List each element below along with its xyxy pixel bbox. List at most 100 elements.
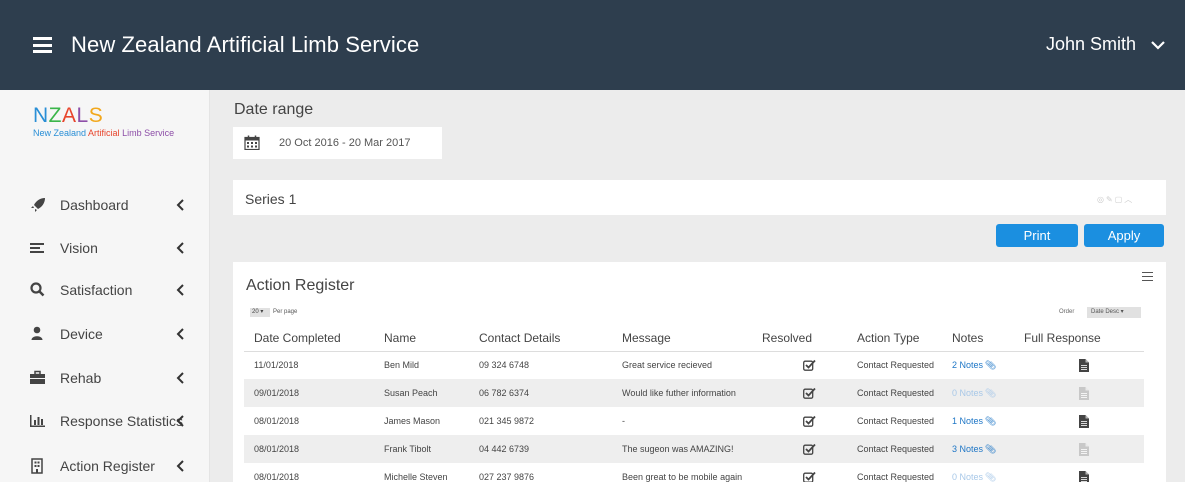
chevron-left-icon — [176, 372, 184, 384]
sidebar-item-label: Device — [60, 326, 103, 342]
sidebar-item-label: Response Statistics — [60, 413, 183, 429]
chevron-left-icon — [176, 460, 184, 472]
sidebar-item-satisfaction[interactable]: Satisfaction — [0, 271, 209, 311]
notes-link[interactable]: 1 Notes 📎︎ — [952, 416, 996, 426]
sidebar-item-action-register[interactable]: Action Register — [0, 447, 209, 482]
document-icon — [1079, 386, 1089, 400]
cell-message: Would like futher information — [622, 379, 762, 407]
cell-resolved[interactable] — [762, 407, 857, 435]
cell-full-response[interactable] — [1024, 435, 1144, 463]
cell-resolved[interactable] — [762, 351, 857, 379]
cell-name: James Mason — [384, 416, 441, 426]
expand-icon[interactable]: ▢ — [1115, 195, 1125, 204]
cell-notes[interactable]: 0 Notes 📎︎ — [952, 379, 1024, 407]
cell-action-type: Contact Requested — [857, 416, 935, 426]
document-icon[interactable] — [1079, 358, 1089, 372]
date-range-picker[interactable]: 20 Oct 2016 - 20 Mar 2017 — [233, 127, 442, 159]
building-icon — [31, 458, 43, 474]
print-button[interactable]: Print — [996, 224, 1078, 247]
table-row[interactable]: 08/01/2018 Michelle Steven 027 237 9876 Bee… — [244, 463, 1144, 482]
cell-full-response[interactable] — [1024, 379, 1144, 407]
chevron-down-icon[interactable] — [1150, 38, 1166, 52]
sidebar-item-dashboard[interactable]: Dashboard — [0, 186, 209, 226]
order-select[interactable]: Date Desc ▾ — [1087, 307, 1141, 318]
edit-icon[interactable]: ✎ — [1106, 195, 1115, 204]
search-icon — [30, 282, 45, 297]
bar-chart-icon — [30, 415, 45, 427]
chevron-left-icon — [176, 284, 184, 296]
column-header[interactable]: Contact Details — [479, 326, 622, 352]
paperclip-icon: 📎︎ — [985, 415, 997, 426]
cell-contact: 021 345 9872 — [479, 416, 535, 426]
cell-notes[interactable]: 3 Notes 📎︎ — [952, 435, 1024, 463]
cell-action-type: Contact Requested — [857, 435, 952, 463]
list-icon — [30, 243, 44, 253]
cell-resolved[interactable] — [762, 379, 857, 407]
cell-contact: 09 324 6748 — [479, 360, 530, 371]
cell-notes[interactable]: 1 Notes 📎︎ — [952, 407, 1024, 435]
sidebar-item-device[interactable]: Device — [0, 315, 209, 355]
cell-message: Been great to be mobile again — [622, 472, 743, 482]
menu-icon[interactable] — [1142, 272, 1153, 282]
paperclip-icon: 📎︎ — [985, 359, 997, 370]
document-icon — [1079, 442, 1089, 456]
menu-icon[interactable] — [33, 37, 52, 53]
cell-date: 11/01/2018 — [254, 360, 299, 371]
cell-full-response[interactable] — [1024, 463, 1144, 482]
apply-button[interactable]: Apply — [1084, 224, 1164, 247]
notes-link[interactable]: 0 Notes 📎︎ — [952, 472, 996, 482]
collapse-icon[interactable]: ︿ — [1124, 195, 1134, 204]
column-header[interactable]: Action Type — [857, 326, 952, 352]
sidebar-item-response-statistics[interactable]: Response Statistics — [0, 402, 209, 442]
action-register-panel: Action Register 20 ▾ Per page Order Date… — [233, 262, 1166, 482]
cell-notes[interactable]: 2 Notes 📎︎ — [952, 351, 1024, 379]
series-panel: Series 1 ◎✎▢︿ — [233, 180, 1166, 215]
checkbox-checked-icon[interactable] — [803, 359, 816, 372]
cell-full-response[interactable] — [1024, 407, 1144, 435]
table-row[interactable]: 08/01/2018 Frank Tibolt 04 442 6739 The sug… — [244, 435, 1144, 463]
column-header[interactable]: Name — [384, 326, 479, 352]
checkbox-checked-icon[interactable] — [803, 443, 816, 455]
table-row[interactable]: 09/01/2018 Susan Peach 06 782 6374 Would li… — [244, 379, 1144, 407]
panel-tools[interactable]: ◎✎▢︿ — [1097, 194, 1134, 205]
register-title: Action Register — [246, 277, 355, 294]
per-page-select[interactable]: 20 ▾ — [250, 308, 270, 317]
sidebar-item-vision[interactable]: Vision — [0, 229, 209, 269]
table-row[interactable]: 11/01/2018 Ben Mild 09 324 6748 Great servi… — [244, 351, 1144, 379]
column-header[interactable]: Date Completed — [244, 326, 384, 352]
sidebar-item-label: Vision — [60, 240, 98, 256]
main-content: Date range 20 Oct 2016 - 20 Mar 2017 Ser… — [210, 90, 1185, 482]
cell-notes[interactable]: 0 Notes 📎︎ — [952, 463, 1024, 482]
column-header[interactable]: Resolved — [762, 326, 857, 352]
calendar-icon — [244, 135, 260, 150]
cell-action-type: Contact Requested — [857, 360, 935, 371]
sidebar-item-rehab[interactable]: Rehab — [0, 359, 209, 399]
chevron-left-icon — [176, 328, 184, 340]
cell-resolved[interactable] — [762, 435, 857, 463]
table-row[interactable]: 08/01/2018 James Mason 021 345 9872 - Contac… — [244, 407, 1144, 435]
sidebar-item-label: Dashboard — [60, 197, 129, 213]
column-header[interactable]: Full Response — [1024, 326, 1144, 352]
checkbox-checked-icon[interactable] — [803, 471, 816, 482]
notes-link[interactable]: 3 Notes 📎︎ — [952, 444, 996, 454]
cell-contact: 06 782 6374 — [479, 379, 622, 407]
user-name[interactable]: John Smith — [1046, 34, 1136, 55]
series-title: Series 1 — [245, 191, 297, 207]
document-icon[interactable] — [1079, 470, 1089, 482]
column-header[interactable]: Message — [622, 326, 762, 352]
column-header[interactable]: Notes — [952, 326, 1024, 352]
settings-icon[interactable]: ◎ — [1097, 195, 1106, 204]
cell-resolved[interactable] — [762, 463, 857, 482]
cell-contact: 027 237 9876 — [479, 472, 535, 482]
notes-link[interactable]: 0 Notes 📎︎ — [952, 388, 996, 398]
cell-date: 09/01/2018 — [244, 379, 384, 407]
date-range-value: 20 Oct 2016 - 20 Mar 2017 — [279, 137, 411, 149]
order-label: Order — [1059, 309, 1075, 315]
checkbox-checked-icon[interactable] — [803, 387, 816, 399]
cell-full-response[interactable] — [1024, 351, 1144, 379]
notes-link[interactable]: 2 Notes 📎︎ — [952, 360, 996, 370]
document-icon[interactable] — [1079, 414, 1089, 428]
checkbox-checked-icon[interactable] — [803, 415, 816, 427]
action-register-table: Date Completed Name Contact Details Mess… — [244, 326, 1144, 482]
paperclip-icon: 📎︎ — [985, 471, 997, 482]
